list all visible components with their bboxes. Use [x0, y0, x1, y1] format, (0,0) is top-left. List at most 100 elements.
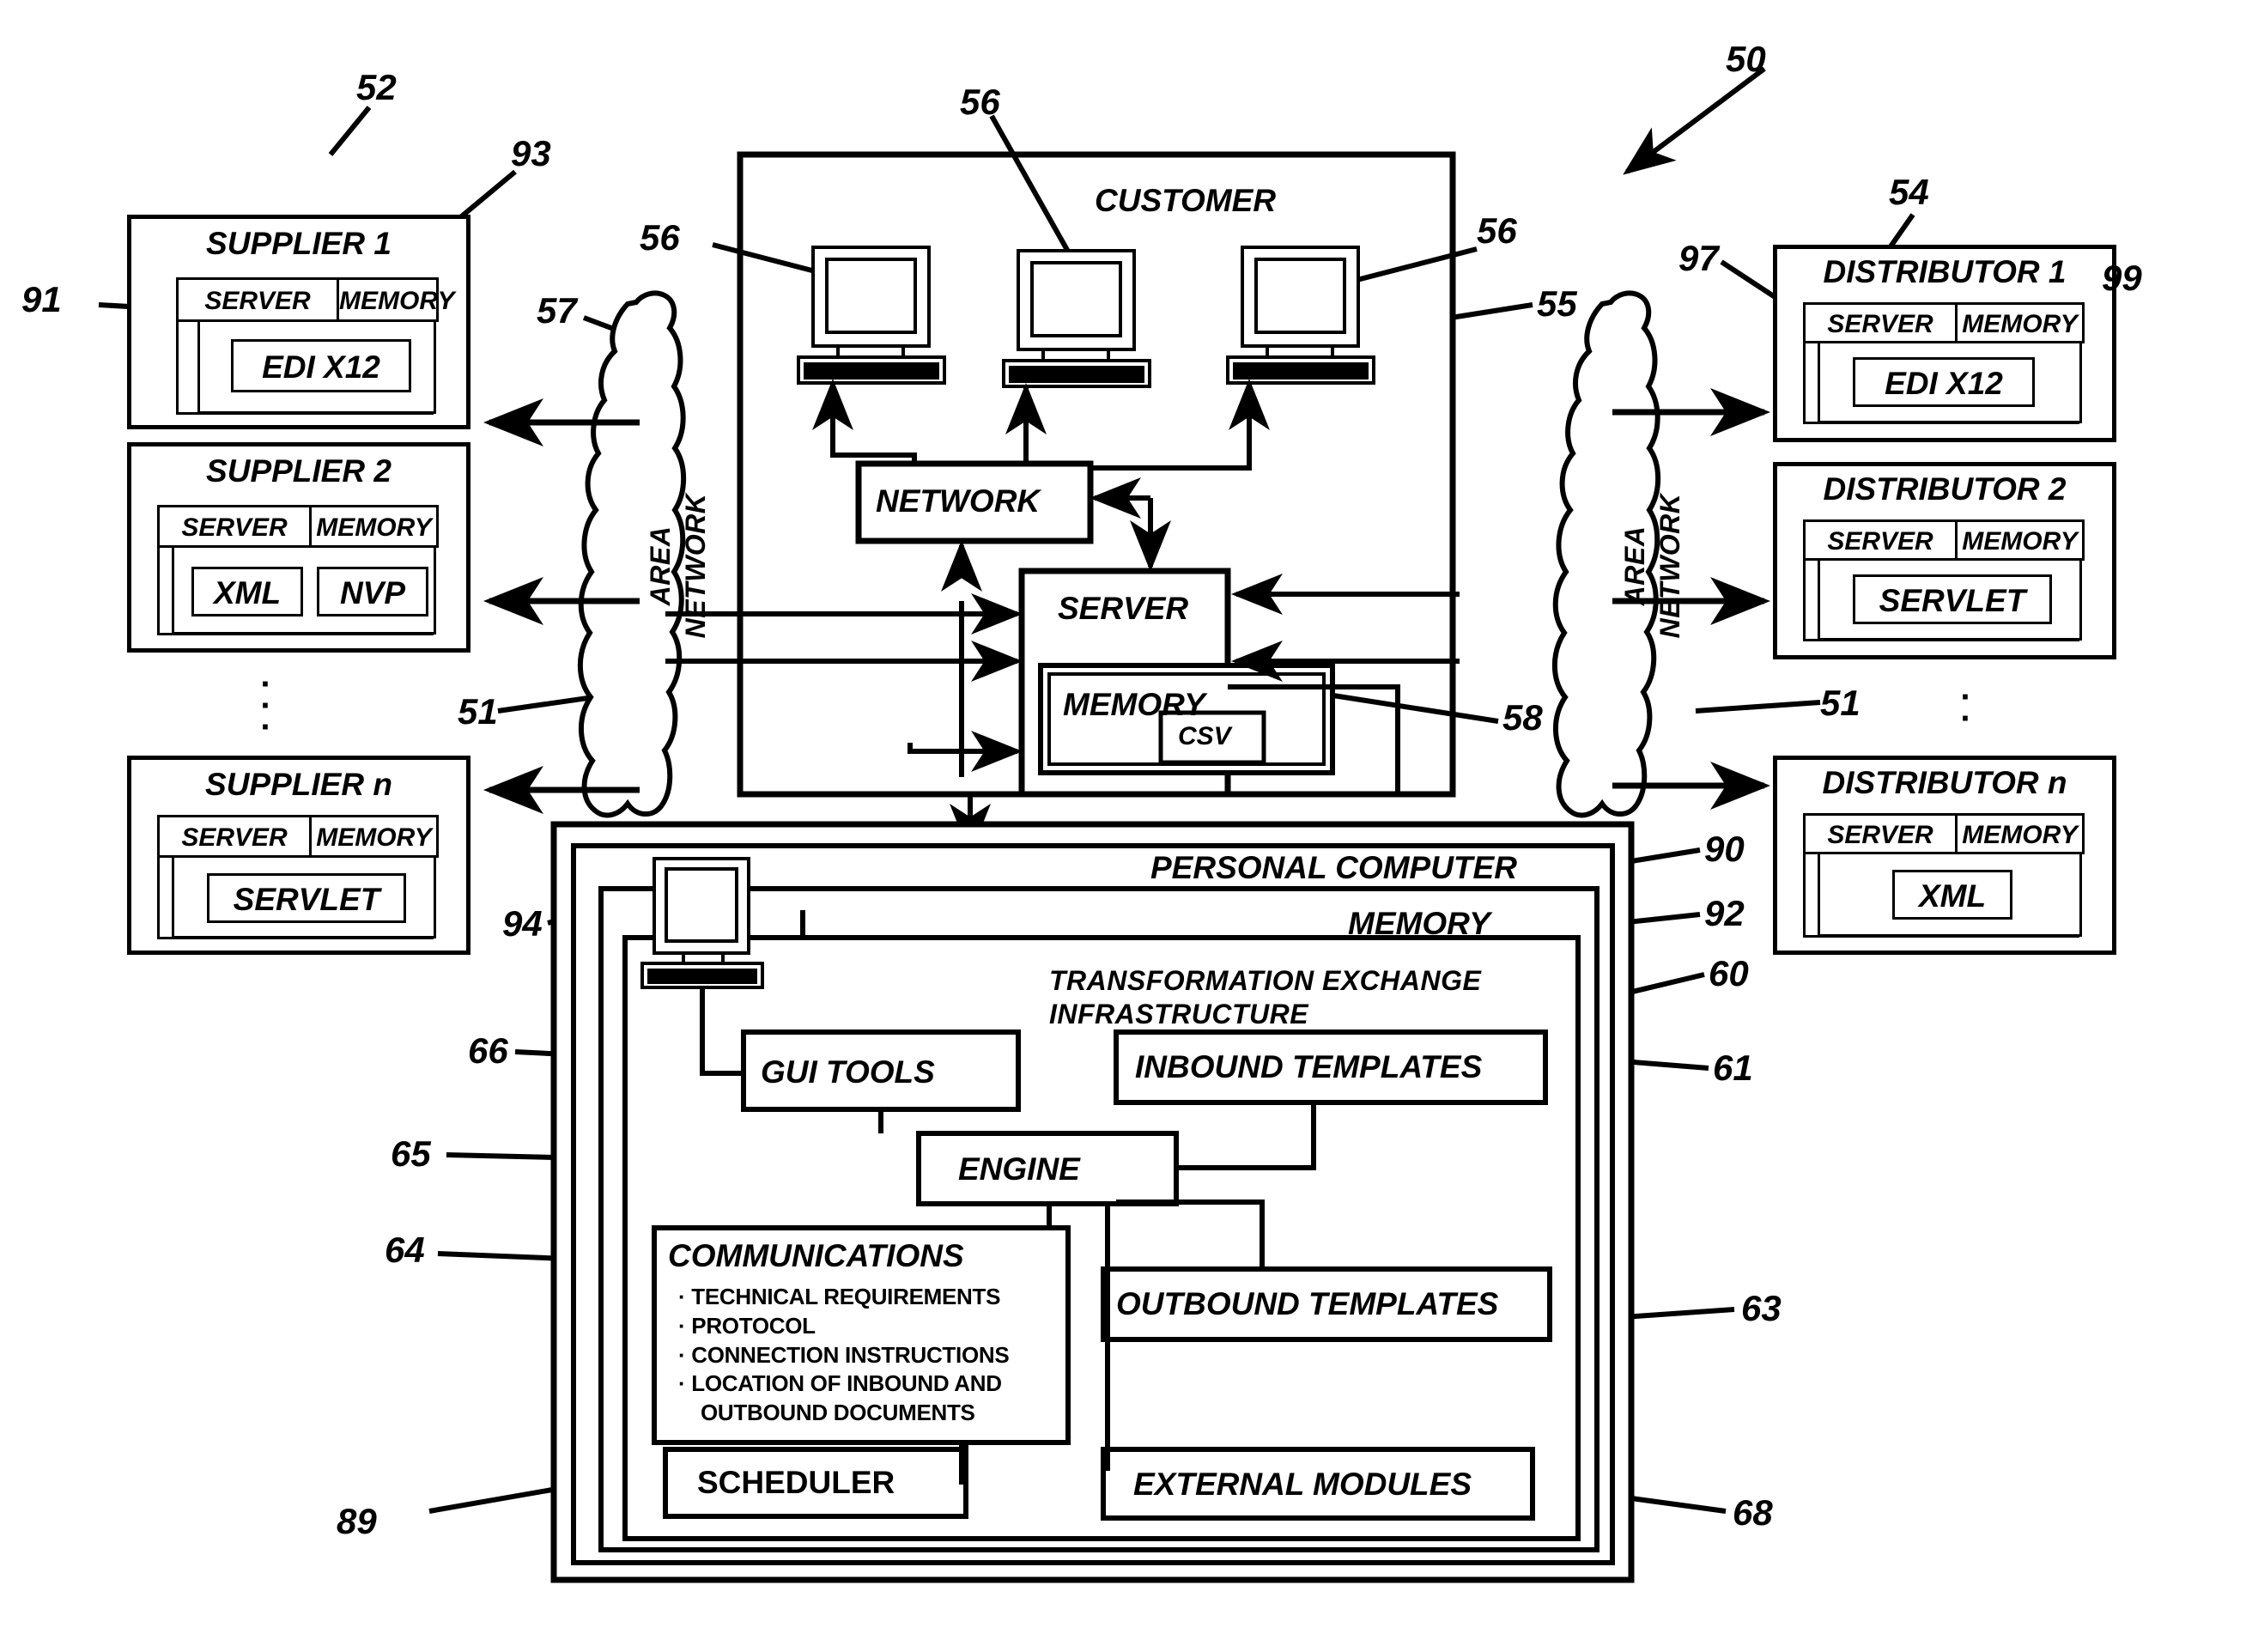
supplier-1-memory-label: MEMORY — [339, 287, 455, 315]
server-box-label: SERVER — [1058, 591, 1189, 626]
distributor-1-title: DISTRIBUTOR 1 — [1823, 254, 2067, 289]
supplier-1-server: SERVER MEMORY EDI X12 — [176, 277, 454, 415]
supplier-1-format-label: EDI X12 — [262, 349, 380, 385]
scheduler-label[interactable]: SCHEDULER — [697, 1465, 895, 1501]
ref-51-left: 51 — [458, 691, 498, 732]
supplier-2-format-nvp: NVP — [317, 567, 428, 616]
customer-title: CUSTOMER — [1095, 183, 1277, 218]
supplier-n-memory-body: SERVLET — [172, 855, 436, 938]
tei-line-1: TRANSFORMATION EXCHANGE — [1049, 965, 1482, 996]
supplier-2-server-label-frame: SERVER — [157, 505, 312, 548]
supplier-n-memory-label-frame: MEMORY — [309, 815, 439, 858]
distributor-n-server-label: SERVER — [1827, 821, 1933, 849]
network-box-label: NETWORK — [876, 483, 1041, 519]
supplier-2-format-xml: XML — [191, 567, 303, 616]
pc-workstation-icon — [640, 857, 764, 989]
distributor-1-memory-body: EDI X12 — [1818, 341, 2082, 423]
distributor-2-memory-label-frame: MEMORY — [1955, 519, 2085, 561]
supplier-2-server: SERVER MEMORY XML NVP — [157, 505, 439, 635]
supplier-n-box: SUPPLIER n SERVER MEMORY SERVLET — [127, 756, 470, 955]
left-cloud-line1: AREA — [645, 525, 676, 606]
pc-memory-title: MEMORY — [1348, 906, 1490, 941]
ref-93: 93 — [511, 133, 551, 173]
communications-item-4: OUTBOUND DOCUMENTS — [701, 1400, 975, 1426]
ref-91: 91 — [21, 279, 62, 319]
ref-61: 61 — [1713, 1048, 1753, 1088]
supplier-1-server-label: SERVER — [204, 287, 311, 315]
ref-58: 58 — [1502, 697, 1543, 738]
distributor-n-server: SERVER MEMORY XML — [1803, 813, 2085, 938]
communications-item-1: · PROTOCOL — [678, 1312, 816, 1339]
distributor-n-server-label-frame: SERVER — [1803, 813, 1958, 854]
distributor-1-server-label-frame: SERVER — [1803, 302, 1958, 343]
supplier-n-server: SERVER MEMORY SERVLET — [157, 815, 439, 939]
distributor-2-memory-label: MEMORY — [1962, 527, 2078, 556]
distributor-1-box: DISTRIBUTOR 1 SERVER MEMORY EDI X12 — [1773, 245, 2116, 442]
communications-item-0: · TECHNICAL REQUIREMENTS — [678, 1284, 1001, 1309]
supplier-2-memory-label-frame: MEMORY — [309, 505, 439, 548]
distributor-n-format-xml: XML — [1892, 870, 2012, 920]
supplier-n-format-servlet: SERVLET — [207, 873, 406, 923]
ref-52: 52 — [356, 67, 397, 107]
tei-line-2: INFRASTRUCTURE — [1049, 999, 1309, 1029]
ref-92: 92 — [1704, 893, 1745, 933]
ref-56-center: 56 — [960, 82, 1000, 122]
patent-figure: SUPPLIER 1 SERVER MEMORY EDI X12 SUPPLIE… — [0, 0, 2246, 1652]
distributor-2-memory-body: SERVLET — [1818, 558, 2082, 641]
csv-label: CSV — [1178, 722, 1231, 750]
engine-label[interactable]: ENGINE — [958, 1151, 1080, 1187]
supplier-2-title: SUPPLIER 2 — [206, 453, 392, 489]
supplier-2-format-nvp-label: NVP — [339, 575, 406, 610]
supplier-1-title: SUPPLIER 1 — [206, 226, 392, 261]
distributor-1-format-edi: EDI X12 — [1853, 357, 2035, 407]
supplier-n-server-label: SERVER — [181, 823, 288, 852]
supplier-ellipsis: · · · — [260, 665, 272, 746]
communications-label[interactable]: COMMUNICATIONS — [668, 1238, 964, 1274]
outbound-templates-label[interactable]: OUTBOUND TEMPLATES — [1116, 1286, 1498, 1322]
distributor-ellipsis: · · — [1960, 678, 1972, 738]
right-cloud-label: AREA NETWORK — [1619, 489, 1686, 643]
supplier-2-server-label: SERVER — [181, 513, 288, 542]
distributor-n-format-label: XML — [1918, 878, 1987, 914]
inbound-templates-label[interactable]: INBOUND TEMPLATES — [1135, 1049, 1482, 1085]
supplier-2-memory-body: XML NVP — [172, 545, 436, 635]
distributor-2-box: DISTRIBUTOR 2 SERVER MEMORY SERVLET — [1773, 462, 2116, 659]
ref-54: 54 — [1889, 172, 1929, 212]
communications-item-3: · LOCATION OF INBOUND AND — [678, 1370, 1002, 1397]
ref-94: 94 — [502, 903, 543, 944]
ref-89: 89 — [337, 1501, 377, 1541]
ref-56-right: 56 — [1477, 210, 1517, 251]
supplier-n-server-label-frame: SERVER — [157, 815, 312, 858]
supplier-1-box: SUPPLIER 1 SERVER MEMORY EDI X12 — [127, 215, 470, 429]
supplier-1-format-edi: EDI X12 — [231, 339, 411, 392]
supplier-n-memory-label: MEMORY — [316, 823, 432, 852]
supplier-2-memory-label: MEMORY — [316, 513, 432, 542]
distributor-2-format-servlet: SERVLET — [1853, 574, 2052, 624]
ref-99: 99 — [2102, 258, 2142, 298]
gui-tools-label[interactable]: GUI TOOLS — [761, 1054, 935, 1090]
distributor-2-server: SERVER MEMORY SERVLET — [1803, 519, 2085, 641]
communications-items: · TECHNICAL REQUIREMENTS · PROTOCOL · CO… — [678, 1283, 1010, 1428]
distributor-n-memory-label-frame: MEMORY — [1955, 813, 2085, 854]
left-cloud-label: AREA NETWORK — [645, 489, 712, 643]
distributor-n-memory-body: XML — [1818, 852, 2082, 937]
supplier-1-server-label-frame: SERVER — [176, 277, 339, 322]
supplier-n-title: SUPPLIER n — [205, 767, 392, 802]
distributor-n-title: DISTRIBUTOR n — [1822, 765, 2067, 800]
distributor-1-memory-label-frame: MEMORY — [1955, 302, 2085, 343]
ref-50: 50 — [1726, 39, 1766, 79]
distributor-n-memory-label: MEMORY — [1962, 821, 2078, 849]
right-cloud-line1: AREA — [1619, 525, 1650, 606]
supplier-1-memory-body: EDI X12 — [197, 319, 436, 414]
pc-title: PERSONAL COMPUTER — [1150, 850, 1517, 885]
ref-63: 63 — [1741, 1288, 1782, 1328]
external-modules-label[interactable]: EXTERNAL MODULES — [1133, 1467, 1472, 1503]
distributor-2-format-label: SERVLET — [1879, 583, 2026, 618]
distributor-2-title: DISTRIBUTOR 2 — [1823, 471, 2067, 507]
distributor-1-server-label: SERVER — [1827, 310, 1933, 338]
workstation-icon — [797, 246, 1375, 388]
distributor-n-box: DISTRIBUTOR n SERVER MEMORY XML — [1773, 756, 2116, 955]
ref-51-right: 51 — [1820, 683, 1861, 723]
supplier-1-memory-label-frame: MEMORY — [337, 277, 455, 322]
ref-90: 90 — [1704, 829, 1745, 869]
